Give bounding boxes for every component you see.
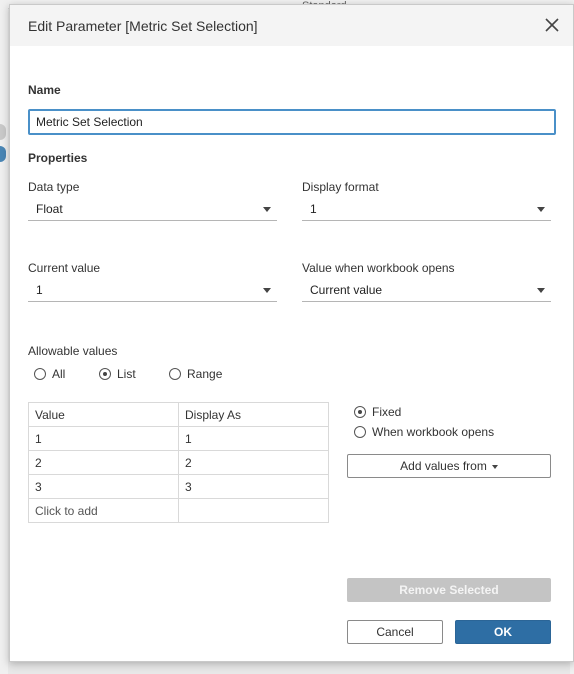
fixed-radio[interactable]: Fixed [354, 405, 401, 419]
remove-selected-button[interactable]: Remove Selected [347, 578, 551, 602]
fixed-label: Fixed [372, 405, 402, 419]
data-type-select[interactable]: Float [28, 198, 277, 221]
display-as-cell[interactable]: 3 [178, 474, 329, 499]
value-when-opens-value: Current value [310, 283, 383, 297]
app-left-panel-background [0, 0, 8, 674]
display-format-value: 1 [310, 202, 317, 216]
column-header-display-as: Display As [178, 402, 329, 427]
edit-parameter-dialog: Edit Parameter [Metric Set Selection] Na… [9, 4, 574, 662]
chevron-down-icon [537, 288, 545, 293]
display-format-select[interactable]: 1 [302, 198, 551, 221]
data-type-label: Data type [28, 180, 80, 194]
radio-unchecked-icon [169, 368, 181, 380]
radio-unchecked-icon [34, 368, 46, 380]
ok-button[interactable]: OK [455, 620, 551, 644]
radio-checked-icon [354, 406, 366, 418]
allowable-range-radio[interactable]: Range [169, 367, 222, 381]
value-when-opens-label: Value when workbook opens [302, 261, 455, 275]
radio-unchecked-icon [354, 426, 366, 438]
dialog-title: Edit Parameter [Metric Set Selection] [28, 18, 258, 34]
display-format-label: Display format [302, 180, 379, 194]
allowable-values-label: Allowable values [28, 344, 118, 358]
table-row[interactable]: 1 1 [28, 426, 329, 451]
display-as-cell[interactable]: 2 [178, 450, 329, 475]
chevron-down-icon [263, 288, 271, 293]
value-when-opens-select[interactable]: Current value [302, 279, 551, 302]
empty-cell[interactable] [178, 498, 329, 523]
chevron-down-icon [537, 207, 545, 212]
click-to-add-cell[interactable]: Click to add [28, 498, 179, 523]
allowable-all-label: All [52, 367, 66, 381]
parameter-name-input[interactable] [28, 109, 556, 135]
add-values-from-button[interactable]: Add values from [347, 454, 551, 478]
data-type-value: Float [36, 202, 63, 216]
when-workbook-opens-radio[interactable]: When workbook opens [354, 425, 494, 439]
allowable-list-label: List [117, 367, 136, 381]
value-cell[interactable]: 2 [28, 450, 179, 475]
table-row[interactable]: 3 3 [28, 474, 329, 499]
allowable-values-table: Value Display As 1 1 2 2 3 3 Click to ad… [28, 402, 329, 523]
value-cell[interactable]: 3 [28, 474, 179, 499]
current-value-value: 1 [36, 283, 43, 297]
allowable-list-radio[interactable]: List [99, 367, 136, 381]
when-workbook-opens-label: When workbook opens [372, 425, 495, 439]
name-heading: Name [28, 83, 61, 97]
value-cell[interactable]: 1 [28, 426, 179, 451]
current-value-label: Current value [28, 261, 101, 275]
table-row[interactable]: 2 2 [28, 450, 329, 475]
dialog-titlebar: Edit Parameter [Metric Set Selection] [10, 5, 573, 46]
table-header-row: Value Display As [28, 402, 329, 427]
chevron-down-icon [491, 464, 498, 469]
radio-checked-icon [99, 368, 111, 380]
current-value-select[interactable]: 1 [28, 279, 277, 302]
chevron-down-icon [263, 207, 271, 212]
add-values-from-label: Add values from [400, 459, 487, 473]
add-row[interactable]: Click to add [28, 498, 329, 523]
allowable-all-radio[interactable]: All [34, 367, 65, 381]
cancel-button[interactable]: Cancel [347, 620, 443, 644]
column-header-value: Value [28, 402, 179, 427]
display-as-cell[interactable]: 1 [178, 426, 329, 451]
close-icon[interactable] [543, 16, 561, 34]
allowable-range-label: Range [187, 367, 223, 381]
properties-heading: Properties [28, 151, 88, 165]
